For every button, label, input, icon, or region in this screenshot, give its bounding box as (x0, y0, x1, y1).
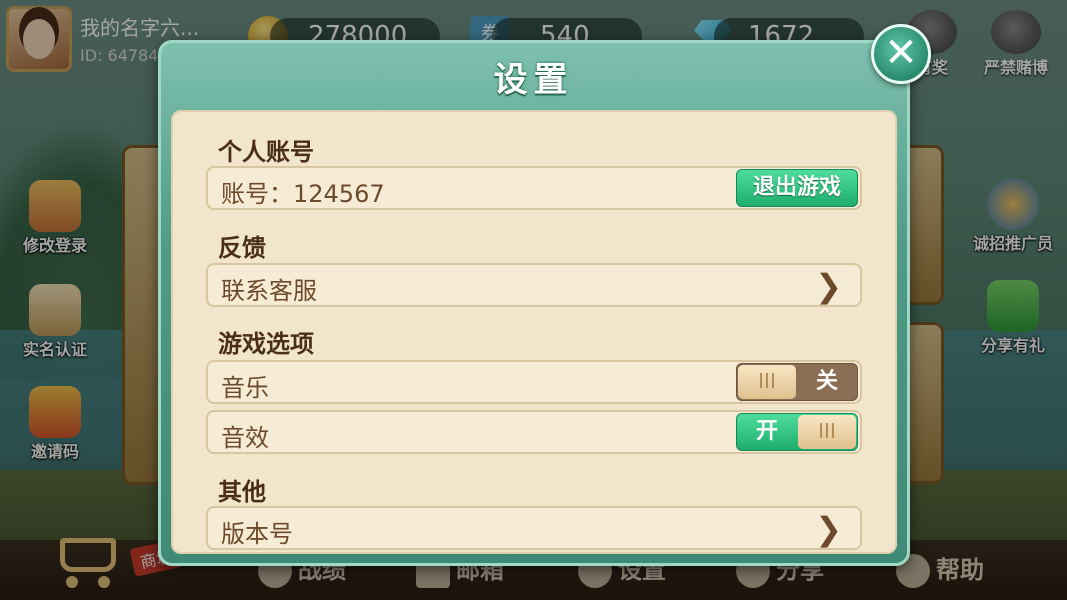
logout-button[interactable]: 退出游戏 (736, 169, 858, 207)
chevron-right-icon: ❯ (815, 510, 842, 548)
version-label: 版本号 (221, 520, 293, 548)
sfx-row: 音效 开 III (206, 410, 862, 454)
sfx-state: 开 (755, 419, 778, 444)
account-section-title: 个人账号 (218, 138, 314, 166)
music-label: 音乐 (221, 374, 269, 402)
settings-panel: 个人账号 账号：124567 退出游戏 反馈 联系客服 ❯ 游戏选项 音乐 II… (171, 110, 897, 554)
version-row[interactable]: 版本号 ❯ (206, 506, 862, 550)
music-row: 音乐 III 关 (206, 360, 862, 404)
options-section-title: 游戏选项 (218, 330, 314, 358)
music-state: 关 (815, 369, 838, 394)
chevron-right-icon: ❯ (815, 267, 842, 305)
feedback-section-title: 反馈 (218, 234, 266, 262)
other-section-title: 其他 (218, 478, 266, 506)
contact-support-row[interactable]: 联系客服 ❯ (206, 263, 862, 307)
toggle-knob: III (798, 415, 856, 449)
account-row: 账号：124567 退出游戏 (206, 166, 862, 210)
contact-support-label: 联系客服 (221, 277, 317, 305)
toggle-knob: III (738, 365, 796, 399)
sfx-toggle[interactable]: 开 III (736, 413, 858, 451)
music-toggle[interactable]: III 关 (736, 363, 858, 401)
close-button[interactable]: ✕ (871, 24, 931, 84)
sfx-label: 音效 (221, 424, 269, 452)
account-label: 账号：124567 (221, 180, 385, 208)
